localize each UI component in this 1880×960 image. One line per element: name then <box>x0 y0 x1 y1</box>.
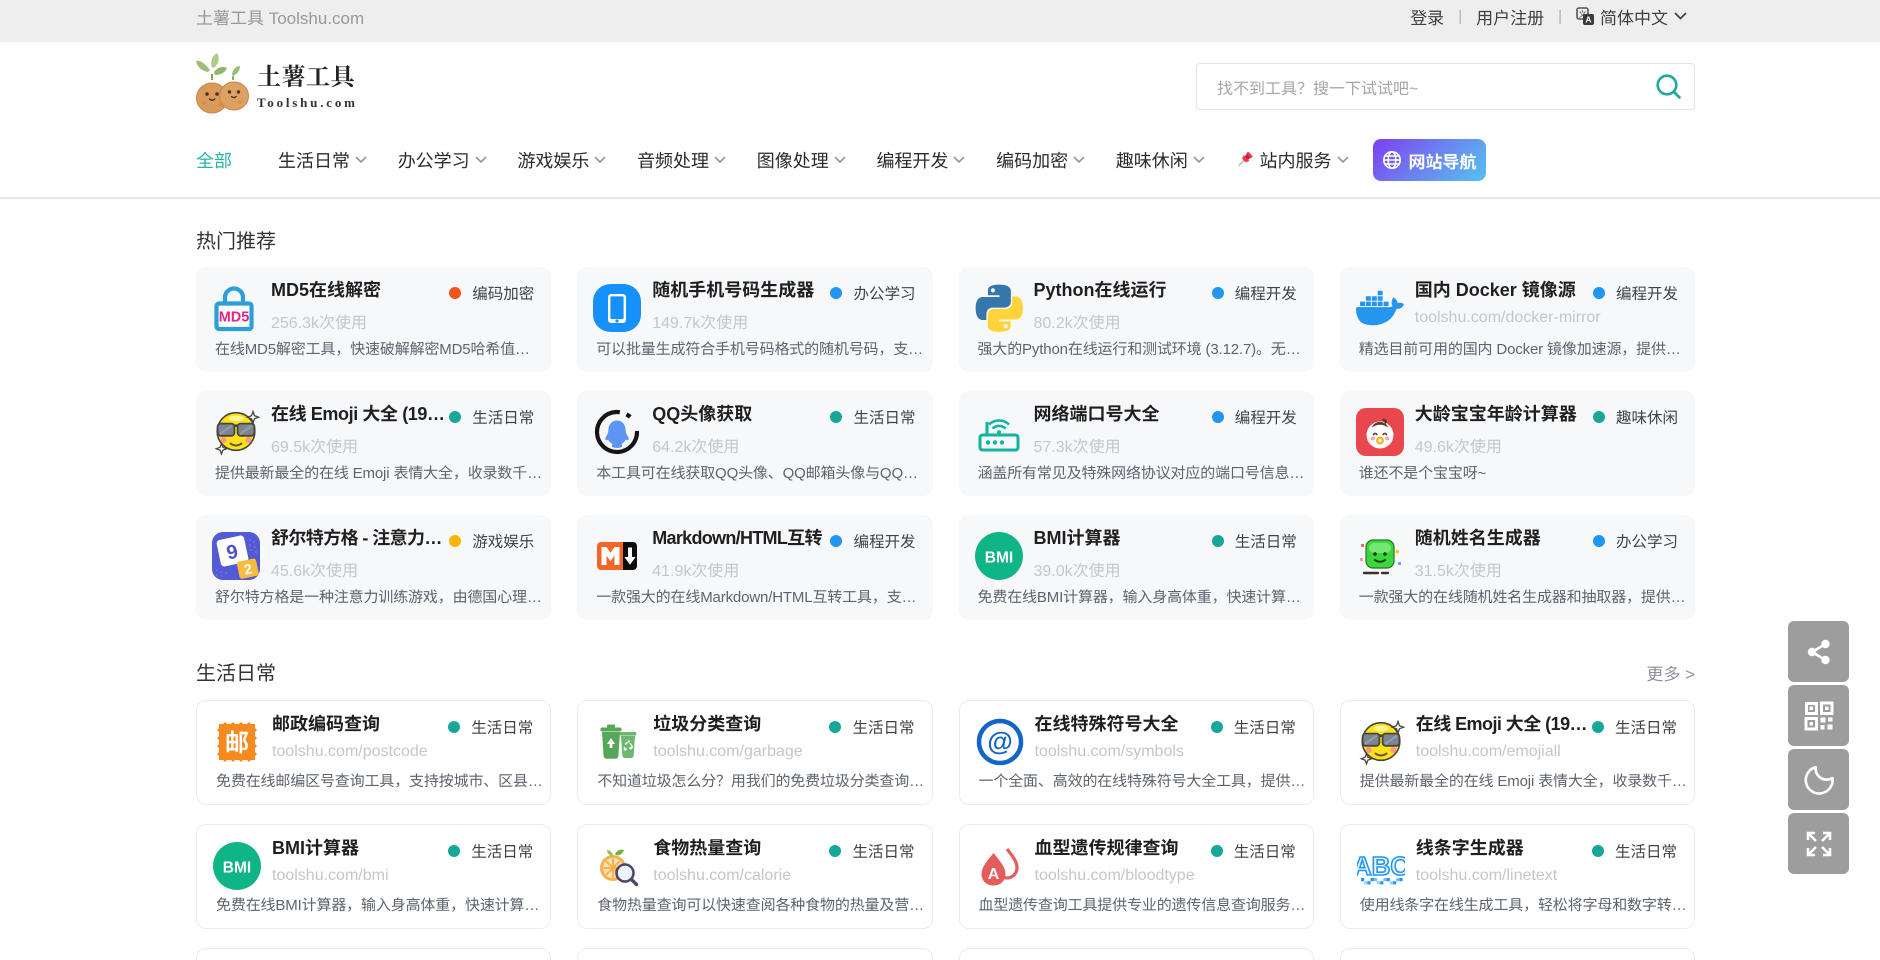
svg-text:BMI: BMI <box>223 860 251 877</box>
svg-text:@: @ <box>987 726 1012 756</box>
svg-text:ABC: ABC <box>1357 851 1405 881</box>
svg-text:MD5: MD5 <box>219 310 250 326</box>
svg-text:A: A <box>987 866 999 883</box>
svg-text:BMI: BMI <box>984 550 1012 567</box>
svg-text:邮: 邮 <box>225 730 249 757</box>
svg-text:A: A <box>1585 14 1591 24</box>
